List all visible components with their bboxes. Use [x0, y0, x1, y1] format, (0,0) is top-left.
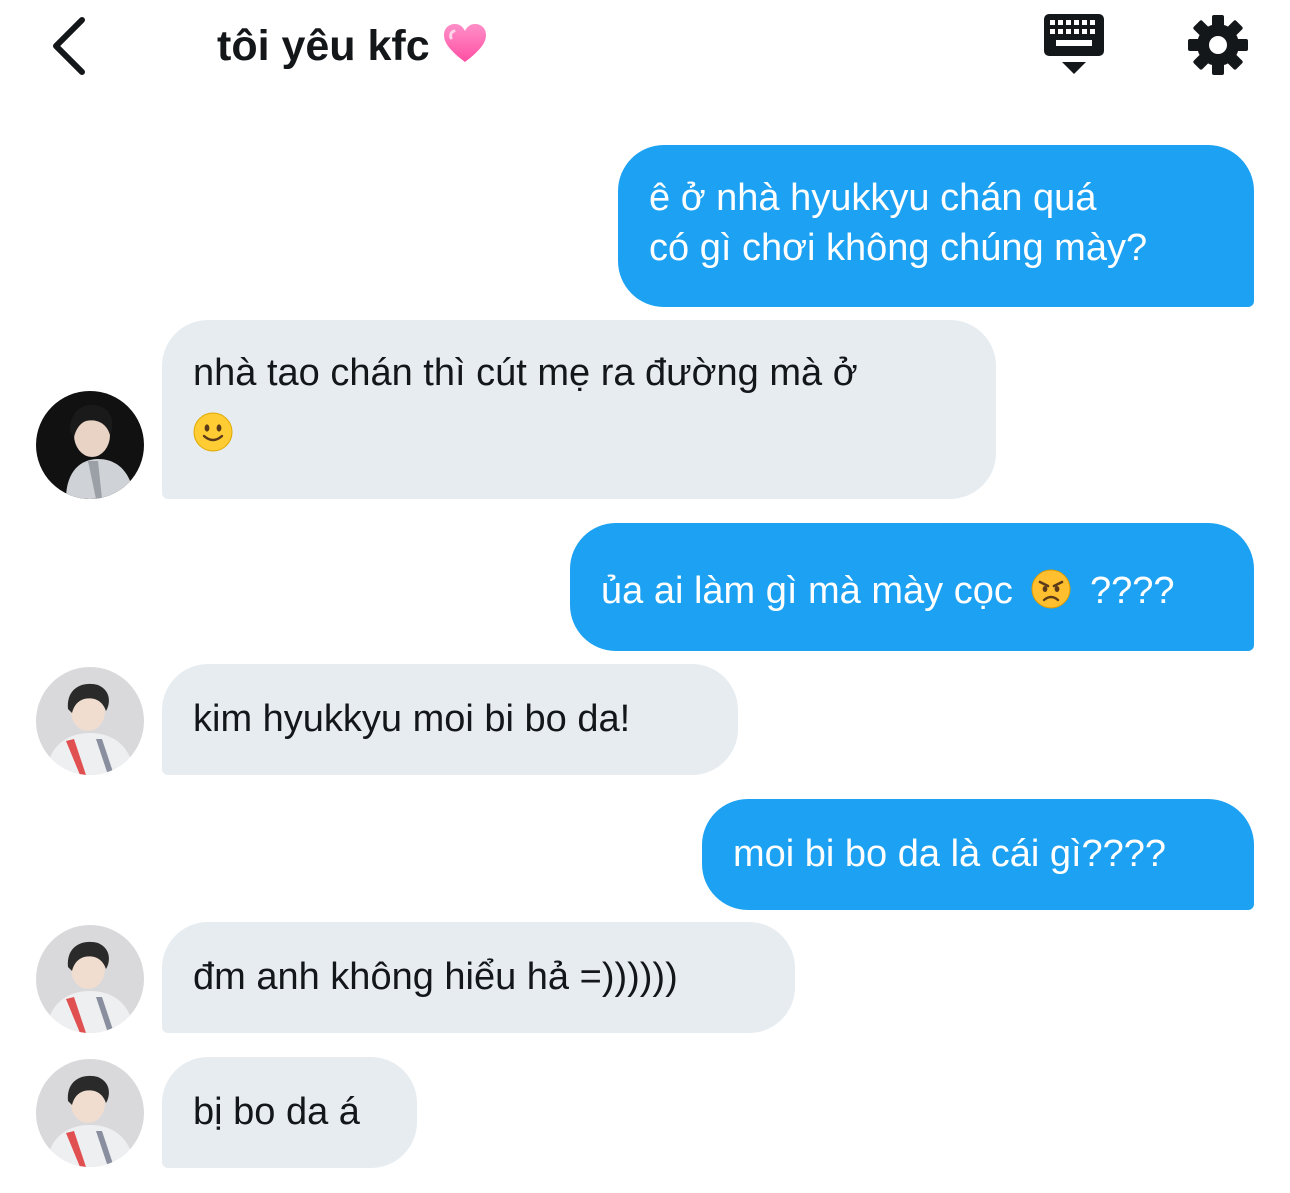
chevron-left-icon [53, 17, 85, 75]
avatar[interactable] [36, 925, 144, 1033]
keyboard-icon [1044, 14, 1104, 74]
message-text: đm anh không hiểu hả =)))))) [193, 956, 678, 998]
chat-header: tôi yêu kfc [0, 0, 1290, 100]
settings-button[interactable] [1185, 12, 1251, 78]
conversation-title[interactable]: tôi yêu kfc [217, 20, 488, 76]
outgoing-message[interactable]: moi bi bo da là cái gì???? [702, 799, 1254, 910]
back-button[interactable] [36, 8, 100, 84]
incoming-message[interactable]: bị bo da á [162, 1057, 417, 1168]
message-text: nhà tao chán thì cút mẹ ra đường mà ở [193, 352, 858, 394]
message-text: bị bo da á [193, 1091, 360, 1133]
message-text: ê ở nhà hyukkyu chán quá [649, 177, 1097, 219]
avatar[interactable] [36, 1059, 144, 1167]
message-text: kim hyukkyu moi bi bo da! [193, 698, 631, 740]
message-text: ???? [1089, 570, 1175, 612]
keyboard-button[interactable] [1040, 12, 1108, 78]
slightly-smiling-face-icon [193, 412, 965, 465]
message-text: có gì chơi không chúng mày? [649, 227, 1148, 269]
conversation-title-text: tôi yêu kfc [217, 22, 430, 70]
avatar[interactable] [36, 667, 144, 775]
outgoing-message[interactable]: ê ở nhà hyukkyu chán quá có gì chơi khôn… [618, 145, 1254, 307]
incoming-message[interactable]: đm anh không hiểu hả =)))))) [162, 922, 795, 1033]
avatar[interactable] [36, 391, 144, 499]
gear-icon [1188, 15, 1248, 75]
message-text: ủa ai làm gì mà mày cọc [601, 570, 1013, 612]
outgoing-message[interactable]: ủa ai làm gì mà mày cọc ???? [570, 523, 1254, 651]
angry-face-icon [1031, 569, 1071, 622]
incoming-message[interactable]: nhà tao chán thì cút mẹ ra đường mà ở [162, 320, 996, 499]
message-text: moi bi bo da là cái gì???? [733, 833, 1167, 875]
incoming-message[interactable]: kim hyukkyu moi bi bo da! [162, 664, 738, 775]
heart-icon [442, 22, 488, 76]
